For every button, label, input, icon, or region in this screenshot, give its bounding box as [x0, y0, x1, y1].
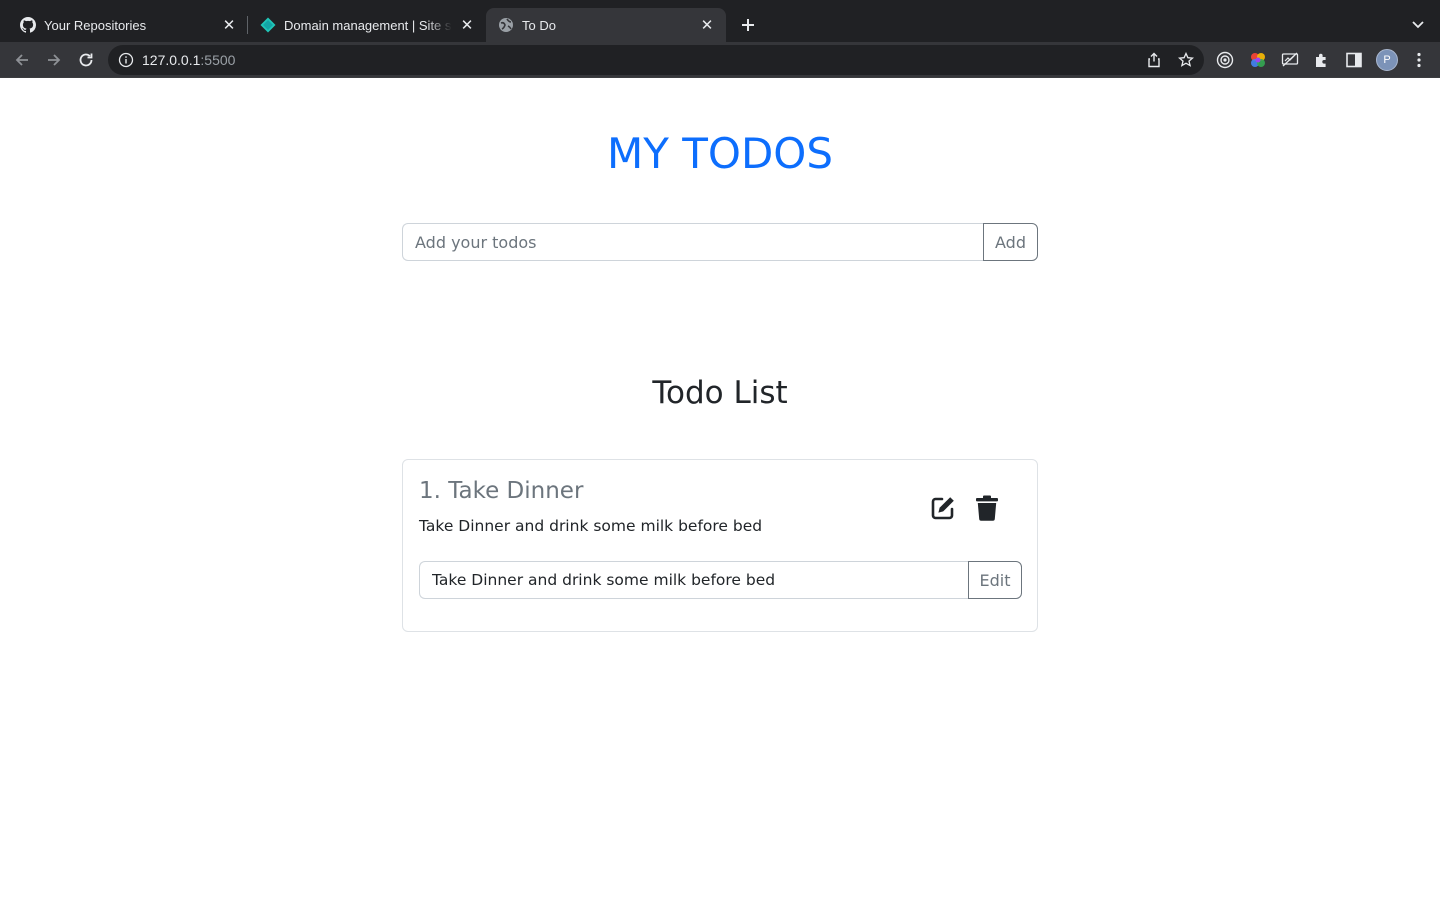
tab-title: Your Repositories: [44, 17, 147, 33]
chevron-down-icon[interactable]: [1406, 12, 1430, 36]
tab-strip: Your Repositories ✕ Domain management | …: [0, 0, 1440, 42]
radar-extension-icon[interactable]: [1216, 51, 1234, 69]
netlify-icon: [260, 17, 276, 33]
todo-title: 1. Take Dinner: [419, 478, 584, 504]
edit-todo-input[interactable]: [419, 561, 968, 599]
side-panel-icon[interactable]: [1345, 51, 1363, 69]
url-host: 127.0.0.1: [142, 52, 201, 68]
page-content: MY TODOS Add Todo List 1. Take Dinner Ta…: [0, 79, 1440, 900]
tab-your-repositories[interactable]: Your Repositories ✕: [0, 8, 248, 42]
tab-close-icon[interactable]: ✕: [698, 16, 716, 34]
share-icon[interactable]: [1146, 52, 1162, 68]
site-info-icon[interactable]: [118, 52, 134, 68]
todo-card: 1. Take Dinner Take Dinner and drink som…: [402, 459, 1038, 632]
globe-icon: [498, 17, 514, 33]
tab-domain-management[interactable]: Domain management | Site settings ✕: [248, 8, 486, 42]
edit-icon[interactable]: [928, 493, 958, 523]
puzzle-extensions-icon[interactable]: [1313, 51, 1331, 69]
browser-toolbar: 127.0.0.1:5500 P: [0, 42, 1440, 78]
tab-close-icon[interactable]: ✕: [220, 16, 238, 34]
edit-todo-form: Edit: [419, 561, 1022, 599]
add-button[interactable]: Add: [983, 223, 1038, 261]
tab-to-do[interactable]: To Do ✕: [486, 8, 726, 42]
add-todo-input[interactable]: [402, 223, 983, 261]
forward-arrow-icon[interactable]: [42, 48, 66, 72]
url-text: 127.0.0.1:5500: [142, 52, 235, 68]
github-icon: [20, 17, 36, 33]
new-tab-icon[interactable]: [735, 12, 761, 38]
screen-extension-icon[interactable]: [1281, 51, 1299, 69]
todo-description: Take Dinner and drink some milk before b…: [419, 517, 763, 535]
back-arrow-icon[interactable]: [10, 48, 34, 72]
address-bar[interactable]: 127.0.0.1:5500: [108, 45, 1204, 75]
tab-title: Domain management | Site settings: [284, 17, 452, 33]
more-menu-icon[interactable]: [1410, 51, 1428, 69]
color-picker-extension-icon[interactable]: [1249, 51, 1267, 69]
page-title: MY TODOS: [606, 129, 834, 178]
todo-list-heading: Todo List: [652, 375, 788, 411]
url-port: :5500: [200, 52, 236, 68]
tab-title: To Do: [522, 17, 556, 33]
profile-avatar[interactable]: P: [1376, 49, 1398, 71]
add-todo-form: Add: [402, 223, 1038, 261]
reload-icon[interactable]: [74, 48, 98, 72]
trash-icon[interactable]: [972, 493, 1002, 523]
tab-close-icon[interactable]: ✕: [458, 16, 476, 34]
edit-button[interactable]: Edit: [968, 561, 1022, 599]
bookmark-star-icon[interactable]: [1178, 52, 1194, 68]
